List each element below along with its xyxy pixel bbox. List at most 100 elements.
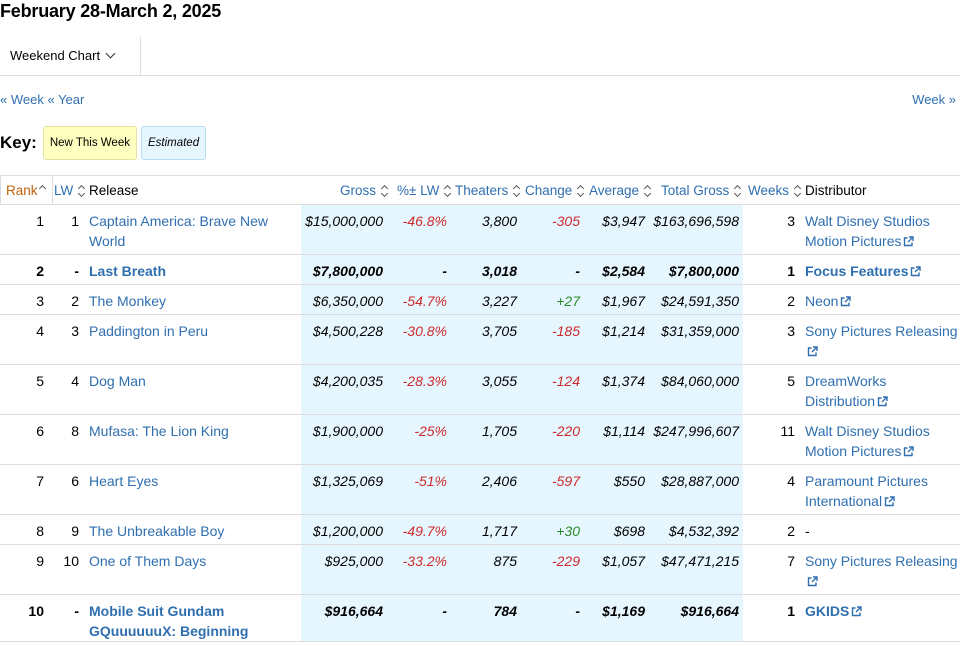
sort-arrows-icon — [381, 186, 389, 196]
total-gross-cell: $247,996,607 — [653, 423, 739, 439]
rank-cell: 7 — [36, 473, 44, 489]
sort-arrows-icon — [513, 186, 521, 196]
table-row: 8 9 The Unbreakable Boy $1,200,000 -49.7% 1,7… — [0, 515, 960, 545]
average-cell: $1,214 — [602, 323, 645, 339]
theater-change-cell: +30 — [556, 523, 580, 539]
weeks-cell: 1 — [787, 263, 795, 279]
page-title: February 28-March 2, 2025 — [0, 1, 222, 21]
release-link[interactable]: Heart Eyes — [89, 471, 289, 491]
last-week-cell: - — [74, 603, 79, 619]
prev-year-link[interactable]: « Year — [47, 92, 84, 107]
pct-change-cell: - — [442, 603, 447, 619]
prev-week-link[interactable]: « Week — [0, 92, 44, 107]
weeks-cell: 2 — [787, 293, 795, 309]
sort-arrows-icon — [734, 186, 742, 196]
header-gross[interactable]: Gross — [340, 183, 390, 198]
sort-arrows-icon — [444, 186, 452, 196]
theater-change-cell: -124 — [551, 373, 580, 389]
release-link[interactable]: Paddington in Peru — [89, 321, 289, 341]
release-link[interactable]: The Monkey — [89, 291, 289, 311]
distributor-link[interactable]: DreamWorks Distribution — [805, 373, 886, 409]
pct-change-cell: -51% — [414, 473, 447, 489]
distributor-link[interactable]: Neon — [805, 293, 838, 309]
pct-change-cell: -46.8% — [402, 213, 447, 229]
distributor-cell[interactable]: Paramount Pictures International — [805, 471, 960, 511]
header-release[interactable]: Release — [89, 183, 139, 198]
header-pct[interactable]: %± LW — [397, 183, 453, 198]
header-rank[interactable]: Rank — [6, 183, 48, 198]
distributor-link[interactable]: GKIDS — [805, 603, 849, 619]
header-total-gross[interactable]: Total Gross — [661, 183, 743, 198]
chart-type-dropdown[interactable]: Weekend Chart — [10, 48, 116, 63]
release-link[interactable]: One of Them Days — [89, 551, 289, 571]
distributor-cell[interactable]: DreamWorks Distribution — [805, 371, 960, 411]
key-estimated: Estimated — [140, 125, 207, 160]
average-cell: $1,114 — [603, 423, 645, 439]
distributor-link[interactable]: Sony Pictures Releasing — [805, 323, 958, 339]
release-link[interactable]: Mobile Suit Gundam GQuuuuuuX: Beginning — [89, 601, 289, 641]
distributor-cell[interactable]: Neon — [805, 291, 960, 311]
rank-cell: 9 — [36, 553, 44, 569]
release-link[interactable]: Mufasa: The Lion King — [89, 421, 289, 441]
next-week-link[interactable]: Week » — [912, 92, 956, 107]
chart-type-label: Weekend Chart — [10, 48, 101, 63]
table-row: 2- Last Breath $7,800,000-3,018- $2,584 $7,8… — [0, 255, 960, 285]
release-link[interactable]: Last Breath — [89, 261, 289, 281]
total-gross-cell: $7,800,000 — [668, 263, 739, 279]
average-cell: $2,584 — [602, 263, 645, 279]
header-weeks[interactable]: Weeks — [748, 183, 803, 198]
release-link[interactable]: Dog Man — [89, 371, 289, 391]
theaters-cell: 3,227 — [481, 293, 517, 309]
theaters-cell: 3,018 — [481, 263, 517, 279]
distributor-cell[interactable]: Focus Features — [805, 261, 960, 281]
rank-cell: 3 — [36, 293, 44, 309]
rank-cell: 10 — [28, 603, 44, 619]
pct-change-cell: -30.8% — [402, 323, 447, 339]
rank-cell: 2 — [36, 263, 44, 279]
release-link[interactable]: The Unbreakable Boy — [89, 521, 289, 541]
header-lw[interactable]: LW — [54, 183, 87, 198]
theater-change-cell: -185 — [551, 323, 580, 339]
distributor-cell[interactable]: Sony Pictures Releasing — [805, 551, 960, 591]
total-gross-cell: $916,664 — [680, 603, 739, 619]
theaters-cell: 875 — [493, 553, 517, 569]
distributor-link[interactable]: Focus Features — [805, 263, 908, 279]
sort-arrows-icon — [577, 186, 585, 196]
pct-change-cell: -33.2% — [402, 553, 447, 569]
distributor-cell[interactable]: Walt Disney Studios Motion Pictures — [805, 421, 960, 461]
weeks-cell: 7 — [787, 553, 795, 569]
release-link[interactable]: Captain America: Brave New World — [89, 211, 289, 251]
external-link-icon — [884, 496, 895, 507]
theater-change-cell: -305 — [551, 213, 580, 229]
theater-change-cell: - — [575, 263, 580, 279]
pct-change-cell: - — [442, 263, 447, 279]
header-theaters[interactable]: Theaters — [455, 183, 522, 198]
header-average[interactable]: Average — [589, 183, 653, 198]
divider — [140, 37, 141, 76]
chevron-down-icon — [105, 48, 116, 59]
distributor-link[interactable]: Sony Pictures Releasing — [805, 553, 958, 569]
distributor-link[interactable]: Paramount Pictures International — [805, 473, 928, 509]
last-week-cell: 4 — [71, 373, 79, 389]
table-row: 6 8 Mufasa: The Lion King $1,900,000 -25% 1,7… — [0, 415, 960, 465]
gross-cell: $15,000,000 — [305, 213, 383, 229]
external-link-icon — [807, 346, 818, 357]
total-gross-cell: $31,359,000 — [661, 323, 739, 339]
total-gross-cell: $24,591,350 — [661, 293, 739, 309]
weeks-cell: 3 — [787, 323, 795, 339]
gross-cell: $6,350,000 — [312, 293, 383, 309]
last-week-cell: - — [74, 263, 79, 279]
theater-change-cell: -220 — [551, 423, 580, 439]
distributor-cell[interactable]: Sony Pictures Releasing — [805, 321, 960, 361]
last-week-cell: 6 — [71, 473, 79, 489]
distributor-cell[interactable]: GKIDS — [805, 601, 960, 621]
prev-nav: « Week « Year — [0, 92, 84, 107]
header-change[interactable]: Change — [525, 183, 586, 198]
average-cell: $698 — [613, 523, 645, 539]
last-week-cell: 9 — [71, 523, 79, 539]
theaters-cell: 2,406 — [481, 473, 517, 489]
distributor-cell[interactable]: Walt Disney Studios Motion Pictures — [805, 211, 960, 251]
last-week-cell: 8 — [71, 423, 79, 439]
gross-cell: $7,800,000 — [312, 263, 383, 279]
sort-arrows-icon — [794, 186, 802, 196]
